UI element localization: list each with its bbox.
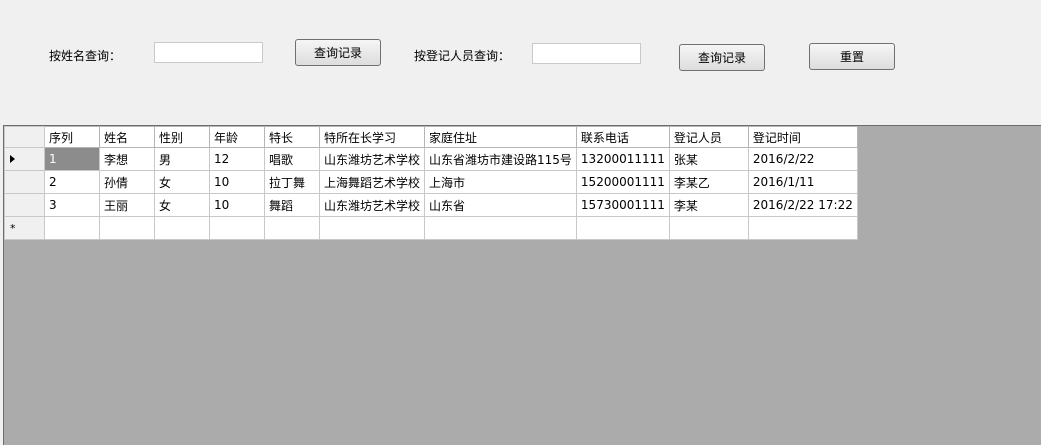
column-header[interactable]: 序列: [44, 126, 100, 148]
table-cell[interactable]: 孙倩: [99, 170, 155, 194]
table-cell[interactable]: [209, 216, 265, 240]
table-cell[interactable]: [747, 216, 858, 240]
column-header[interactable]: 登记人员: [668, 126, 749, 148]
table-cell[interactable]: 唱歌: [264, 147, 320, 171]
table-cell[interactable]: 15200001111: [575, 170, 670, 194]
table-cell[interactable]: [424, 216, 577, 240]
records-table[interactable]: 序列 姓名 性别 年龄 特长 特所在长学习 家庭住址 联系电话 登记人员 登记时…: [4, 126, 858, 240]
table-cell[interactable]: 2016/1/11: [747, 170, 858, 194]
column-header[interactable]: 姓名: [99, 126, 155, 148]
name-search-input[interactable]: [154, 42, 263, 63]
row-pointer-icon: [10, 155, 15, 163]
table-cell[interactable]: [44, 216, 100, 240]
table-row[interactable]: 2 孙倩 女 10 拉丁舞 上海舞蹈艺术学校 上海市 15200001111 李…: [4, 170, 858, 194]
column-header[interactable]: 特所在长学习: [318, 126, 426, 148]
table-cell[interactable]: 女: [154, 170, 210, 194]
table-cell[interactable]: 上海市: [424, 170, 577, 194]
column-header[interactable]: 特长: [264, 126, 320, 148]
table-cell[interactable]: [318, 216, 426, 240]
table-cell[interactable]: 上海舞蹈艺术学校: [318, 170, 426, 194]
table-cell[interactable]: 2016/2/22 17:22: [747, 193, 858, 217]
column-header[interactable]: 年龄: [209, 126, 265, 148]
name-search-button[interactable]: 查询记录: [295, 39, 381, 66]
data-grid[interactable]: 序列 姓名 性别 年龄 特长 特所在长学习 家庭住址 联系电话 登记人员 登记时…: [3, 125, 1041, 445]
table-cell[interactable]: 10: [209, 193, 265, 217]
registrar-search-label: 按登记人员查询：: [414, 49, 511, 63]
column-header[interactable]: 家庭住址: [424, 126, 577, 148]
column-header[interactable]: 登记时间: [747, 126, 858, 148]
row-header-corner[interactable]: [4, 126, 45, 148]
reset-button[interactable]: 重置: [809, 43, 895, 70]
table-cell[interactable]: 15730001111: [575, 193, 670, 217]
name-search-label: 按姓名查询：: [49, 49, 122, 63]
table-cell[interactable]: 张某: [668, 147, 749, 171]
table-row[interactable]: 3 王丽 女 10 舞蹈 山东潍坊艺术学校 山东省 15730001111 李某…: [4, 193, 858, 217]
new-row-marker[interactable]: *: [4, 216, 45, 240]
table-cell[interactable]: 12: [209, 147, 265, 171]
table-cell[interactable]: [264, 216, 320, 240]
row-header[interactable]: [4, 193, 45, 217]
table-cell[interactable]: 10: [209, 170, 265, 194]
table-cell[interactable]: 拉丁舞: [264, 170, 320, 194]
column-header[interactable]: 联系电话: [575, 126, 670, 148]
registrar-search-button[interactable]: 查询记录: [679, 44, 765, 71]
table-cell[interactable]: 3: [44, 193, 100, 217]
row-header[interactable]: [4, 147, 45, 171]
table-cell[interactable]: 李某: [668, 193, 749, 217]
table-row[interactable]: 1 李想 男 12 唱歌 山东潍坊艺术学校 山东省潍坊市建设路115号 1320…: [4, 147, 858, 171]
table-cell[interactable]: 男: [154, 147, 210, 171]
table-cell[interactable]: 女: [154, 193, 210, 217]
new-row[interactable]: *: [4, 216, 858, 240]
table-cell[interactable]: 李某乙: [668, 170, 749, 194]
table-cell[interactable]: [668, 216, 749, 240]
table-cell[interactable]: [99, 216, 155, 240]
table-cell[interactable]: 13200011111: [575, 147, 670, 171]
row-header[interactable]: [4, 170, 45, 194]
table-cell[interactable]: 山东省: [424, 193, 577, 217]
table-cell[interactable]: 2: [44, 170, 100, 194]
table-cell[interactable]: 1: [44, 147, 100, 171]
table-cell[interactable]: 山东省潍坊市建设路115号: [424, 147, 577, 171]
table-cell[interactable]: [575, 216, 670, 240]
header-row: 序列 姓名 性别 年龄 特长 特所在长学习 家庭住址 联系电话 登记人员 登记时…: [4, 126, 858, 148]
column-header[interactable]: 性别: [154, 126, 210, 148]
table-cell[interactable]: [154, 216, 210, 240]
table-cell[interactable]: 舞蹈: [264, 193, 320, 217]
table-cell[interactable]: 王丽: [99, 193, 155, 217]
table-cell[interactable]: 山东潍坊艺术学校: [318, 147, 426, 171]
table-cell[interactable]: 山东潍坊艺术学校: [318, 193, 426, 217]
table-cell[interactable]: 2016/2/22: [747, 147, 858, 171]
table-cell[interactable]: 李想: [99, 147, 155, 171]
registrar-search-input[interactable]: [532, 43, 641, 64]
